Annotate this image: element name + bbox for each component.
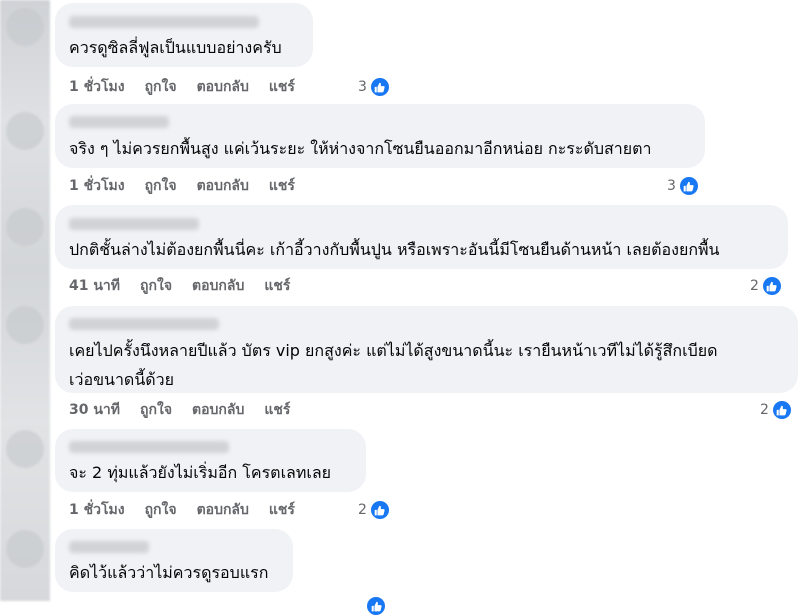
comment-text-line: ปกติชั้นล่างไม่ต้องยกพื้นนี่คะ เก้าอี้วา…	[69, 240, 720, 259]
thumbs-up-icon	[762, 277, 781, 295]
comment-text-line: จะ 2 ทุ่มแล้วยังไม่เริ่มอีก โครตเลทเลย	[69, 463, 332, 482]
comment-text-line: ควรดูซิลลี่ฟูลเป็นแบบอย่างครับ	[69, 38, 282, 57]
comment-text-line: เว่อขนาดนี้ด้วย	[69, 370, 174, 389]
reaction-count[interactable]: 2	[358, 500, 389, 520]
comment-text-line: คิดไว้แล้วว่าไม่ควรดูรอบแรก	[69, 563, 269, 582]
blurred-author-name	[69, 218, 199, 230]
like-button[interactable]: ถูกใจ	[145, 79, 177, 95]
like-button[interactable]: ถูกใจ	[145, 178, 177, 194]
reply-button[interactable]: ตอบกลับ	[197, 178, 249, 194]
share-button[interactable]: แชร์	[264, 278, 290, 294]
timestamp[interactable]: 1 ชั่วโมง	[69, 178, 125, 194]
timestamp[interactable]: 41 นาที	[69, 278, 120, 294]
comment-text: คิดไว้แล้วว่าไม่ควรดูรอบแรก	[69, 558, 279, 587]
reply-button[interactable]: ตอบกลับ	[192, 402, 244, 418]
comment: ควรดูซิลลี่ฟูลเป็นแบบอย่างครับ 1 ชั่วโมง…	[55, 3, 389, 96]
comment-text-line: จริง ๆ ไม่ควรยกพื้นสูง แค่เว้นระยะ ให้ห่…	[69, 139, 652, 158]
thumbs-up-icon	[772, 401, 791, 419]
blurred-author-name	[69, 318, 219, 330]
like-button[interactable]: ถูกใจ	[140, 402, 172, 418]
comment-text: ควรดูซิลลี่ฟูลเป็นแบบอย่างครับ	[69, 33, 299, 62]
reaction-count[interactable]: 3	[358, 77, 389, 97]
reaction-count[interactable]: 2	[760, 400, 791, 420]
comment-actions: 41 นาที ถูกใจ ตอบกลับ แชร์	[69, 276, 310, 296]
reply-button[interactable]: ตอบกลับ	[197, 79, 249, 95]
comment: จริง ๆ ไม่ควรยกพื้นสูง แค่เว้นระยะ ให้ห่…	[55, 104, 705, 195]
blurred-author-name	[69, 541, 149, 553]
reaction-count-number: 3	[667, 178, 676, 194]
blurred-author-name	[69, 16, 259, 28]
reaction-count-number: 2	[750, 278, 759, 294]
timestamp[interactable]: 30 นาที	[69, 402, 120, 418]
comment: จะ 2 ทุ่มแล้วยังไม่เริ่มอีก โครตเลทเลย 1…	[55, 429, 389, 519]
timestamp[interactable]: 1 ชั่วโมง	[69, 502, 125, 518]
comment-text-line: เคยไปครั้งนึงหลายปีแล้ว บัตร vip ยกสูงค่…	[69, 341, 718, 360]
comment-bubble: คิดไว้แล้วว่าไม่ควรดูรอบแรก	[55, 529, 293, 592]
comment-text: ปกติชั้นล่างไม่ต้องยกพื้นนี่คะ เก้าอี้วา…	[69, 235, 774, 264]
comment-text: จะ 2 ทุ่มแล้วยังไม่เริ่มอีก โครตเลทเลย	[69, 458, 352, 487]
thumbs-up-icon	[367, 597, 385, 615]
blurred-author-name	[69, 441, 229, 453]
comment-actions: 1 ชั่วโมง ถูกใจ ตอบกลับ แชร์	[69, 500, 315, 520]
comment-bubble: จะ 2 ทุ่มแล้วยังไม่เริ่มอีก โครตเลทเลย	[55, 429, 366, 492]
comment-bubble: เคยไปครั้งนึงหลายปีแล้ว บัตร vip ยกสูงค่…	[55, 306, 798, 393]
reply-button[interactable]: ตอบกลับ	[192, 278, 244, 294]
share-button[interactable]: แชร์	[269, 178, 295, 194]
comment: เคยไปครั้งนึงหลายปีแล้ว บัตร vip ยกสูงค่…	[55, 306, 798, 419]
comment-actions: 30 นาที ถูกใจ ตอบกลับ แชร์	[69, 400, 310, 420]
share-button[interactable]: แชร์	[269, 502, 295, 518]
reaction-count-number: 2	[760, 402, 769, 418]
reaction-count[interactable]: 3	[667, 176, 698, 196]
reaction-count[interactable]: 2	[750, 276, 781, 296]
comment: ปกติชั้นล่างไม่ต้องยกพื้นนี่คะ เก้าอี้วา…	[55, 205, 788, 295]
comment-text: เคยไปครั้งนึงหลายปีแล้ว บัตร vip ยกสูงค่…	[69, 336, 784, 394]
share-button[interactable]: แชร์	[264, 402, 290, 418]
thumbs-up-icon	[370, 501, 389, 519]
like-button[interactable]: ถูกใจ	[140, 278, 172, 294]
like-button[interactable]: ถูกใจ	[145, 502, 177, 518]
reply-button[interactable]: ตอบกลับ	[197, 502, 249, 518]
reaction-count-number: 2	[358, 502, 367, 518]
blurred-author-name	[69, 116, 169, 128]
comment-actions: 1 ชั่วโมง ถูกใจ ตอบกลับ แชร์	[69, 176, 315, 196]
comment-bubble: ควรดูซิลลี่ฟูลเป็นแบบอย่างครับ	[55, 3, 313, 67]
comment-bubble: ปกติชั้นล่างไม่ต้องยกพื้นนี่คะ เก้าอี้วา…	[55, 205, 788, 269]
comment-actions: 1 ชั่วโมง ถูกใจ ตอบกลับ แชร์	[69, 77, 315, 97]
partial-reaction-icon	[363, 596, 385, 616]
comment: คิดไว้แล้วว่าไม่ควรดูรอบแรก	[55, 529, 385, 615]
comment-bubble: จริง ๆ ไม่ควรยกพื้นสูง แค่เว้นระยะ ให้ห่…	[55, 104, 705, 168]
share-button[interactable]: แชร์	[269, 79, 295, 95]
comment-text: จริง ๆ ไม่ควรยกพื้นสูง แค่เว้นระยะ ให้ห่…	[69, 134, 691, 163]
timestamp[interactable]: 1 ชั่วโมง	[69, 79, 125, 95]
reaction-count-number: 3	[358, 79, 367, 95]
thumbs-up-icon	[679, 177, 698, 195]
blurred-avatar-column	[0, 0, 50, 601]
thumbs-up-icon	[370, 78, 389, 96]
